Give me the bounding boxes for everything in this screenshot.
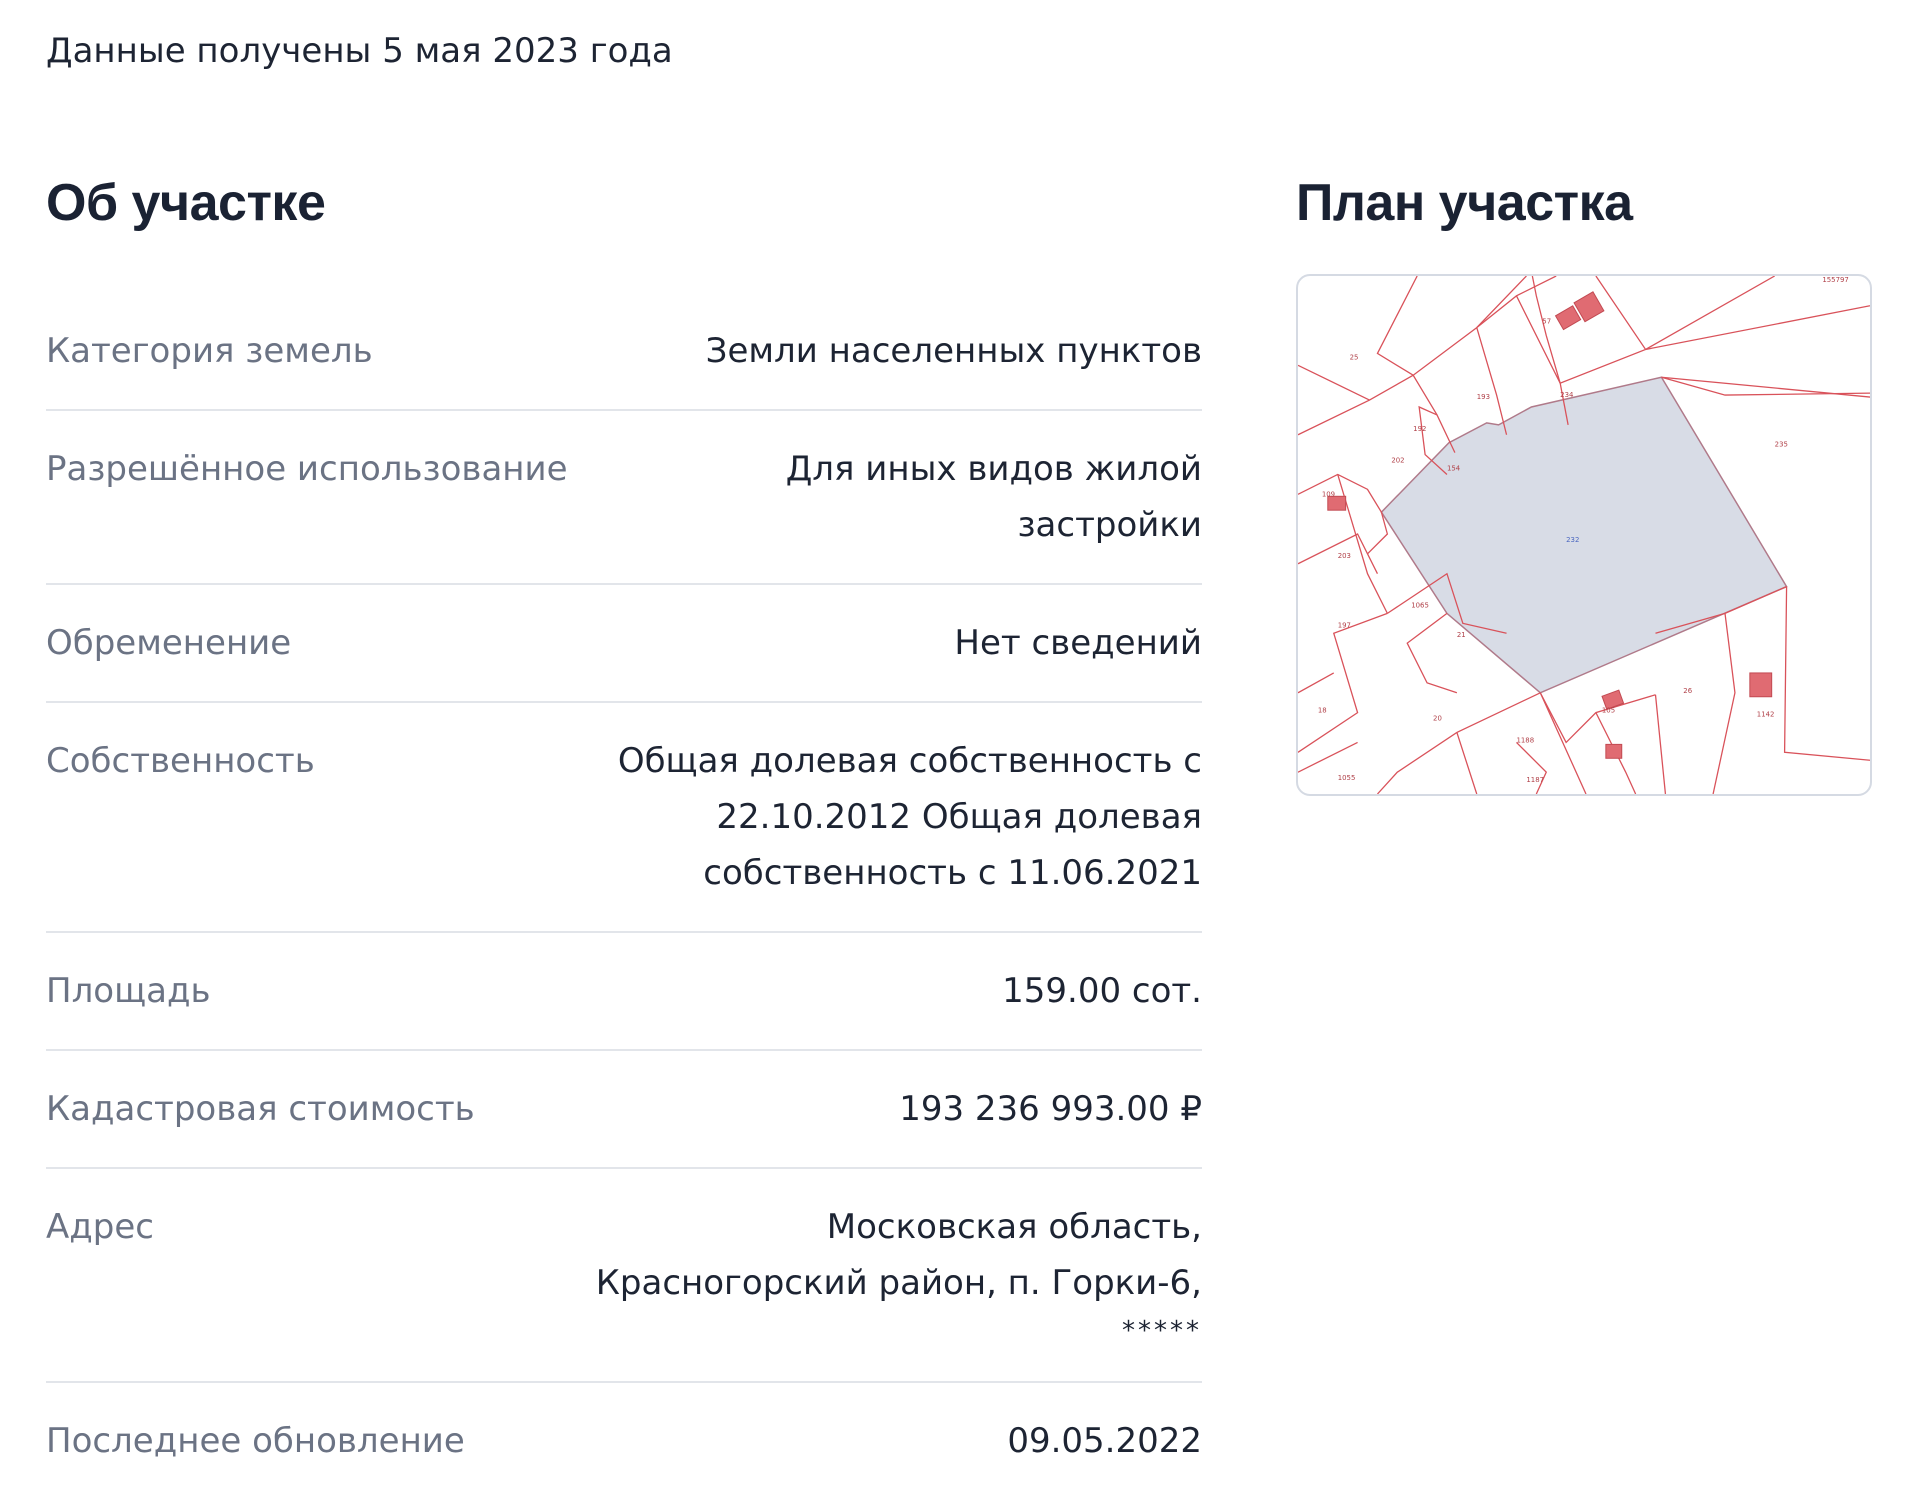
parcel-label: 1187 xyxy=(1526,776,1544,784)
parcel-label: 1188 xyxy=(1516,736,1534,744)
info-label: Собственность xyxy=(46,741,315,781)
parcel-label: 1065 xyxy=(1411,601,1429,609)
info-label: Последнее обновление xyxy=(46,1421,465,1461)
info-value: 09.05.2022 xyxy=(1007,1421,1202,1461)
info-label: Обременение xyxy=(46,623,292,663)
parcel-label: 202 xyxy=(1391,457,1404,465)
parcel-label: 193 xyxy=(1477,393,1490,401)
parcel-plan-map[interactable]: 155797 25 57 193 234 235 192 202 154 109… xyxy=(1296,274,1872,796)
parcel-label: 21 xyxy=(1457,631,1466,639)
selected-parcel-label: 232 xyxy=(1566,536,1579,544)
parcel-label: 155797 xyxy=(1822,276,1848,284)
info-row-address: Адрес Московская область, Красногорский … xyxy=(46,1169,1202,1383)
info-row-permitted-use: Разрешённое использование Для иных видов… xyxy=(46,411,1202,585)
parcel-label: 1055 xyxy=(1338,774,1356,782)
info-value-address: Московская область, Красногорский район,… xyxy=(582,1199,1202,1351)
info-value: 193 236 993.00 ₽ xyxy=(899,1089,1202,1129)
parcel-label: 20 xyxy=(1433,715,1442,723)
parcel-label: 235 xyxy=(1775,441,1788,449)
about-section-title: Об участке xyxy=(46,174,326,232)
info-label: Площадь xyxy=(46,971,211,1011)
info-label: Категория земель xyxy=(46,331,373,371)
info-row-land-category: Категория земель Земли населенных пункто… xyxy=(46,299,1202,411)
parcel-label: 105 xyxy=(1602,707,1615,715)
data-received-date: Данные получены 5 мая 2023 года xyxy=(46,31,673,71)
parcel-label: 1142 xyxy=(1757,711,1775,719)
info-label: Разрешённое использование xyxy=(46,449,568,489)
info-value: Земли населенных пунктов xyxy=(705,331,1202,371)
cadastral-map: 155797 25 57 193 234 235 192 202 154 109… xyxy=(1298,276,1870,794)
info-value: Нет сведений xyxy=(954,623,1202,663)
info-row-encumbrance: Обременение Нет сведений xyxy=(46,585,1202,703)
info-label: Кадастровая стоимость xyxy=(46,1089,475,1129)
info-row-last-update: Последнее обновление 09.05.2022 xyxy=(46,1383,1202,1499)
parcel-info-table: Категория земель Земли населенных пункто… xyxy=(46,299,1202,1499)
info-value: 159.00 сот. xyxy=(1002,971,1202,1011)
info-row-area: Площадь 159.00 сот. xyxy=(46,933,1202,1051)
parcel-label: 26 xyxy=(1683,687,1692,695)
parcel-label: 192 xyxy=(1413,425,1426,433)
plan-section-title: План участка xyxy=(1296,174,1633,232)
address-text: Московская область, Красногорский район,… xyxy=(595,1207,1202,1303)
parcel-label: 197 xyxy=(1338,621,1351,629)
info-row-ownership: Собственность Общая долевая собственност… xyxy=(46,703,1202,933)
info-value: Для иных видов жилой застройки xyxy=(785,449,1202,545)
info-value: Общая долевая собственность с 22.10.2012… xyxy=(617,741,1202,893)
address-masked: ***** xyxy=(1122,1316,1202,1346)
parcel-label: 234 xyxy=(1560,391,1574,399)
parcel-label: 57 xyxy=(1542,318,1551,326)
parcel-label: 203 xyxy=(1338,552,1351,560)
info-row-cadastral-value: Кадастровая стоимость 193 236 993.00 ₽ xyxy=(46,1051,1202,1169)
parcel-label: 18 xyxy=(1318,707,1327,715)
parcel-label: 154 xyxy=(1447,465,1461,473)
parcel-label: 25 xyxy=(1350,353,1359,361)
info-label: Адрес xyxy=(46,1207,154,1247)
parcel-label: 109 xyxy=(1322,490,1335,498)
